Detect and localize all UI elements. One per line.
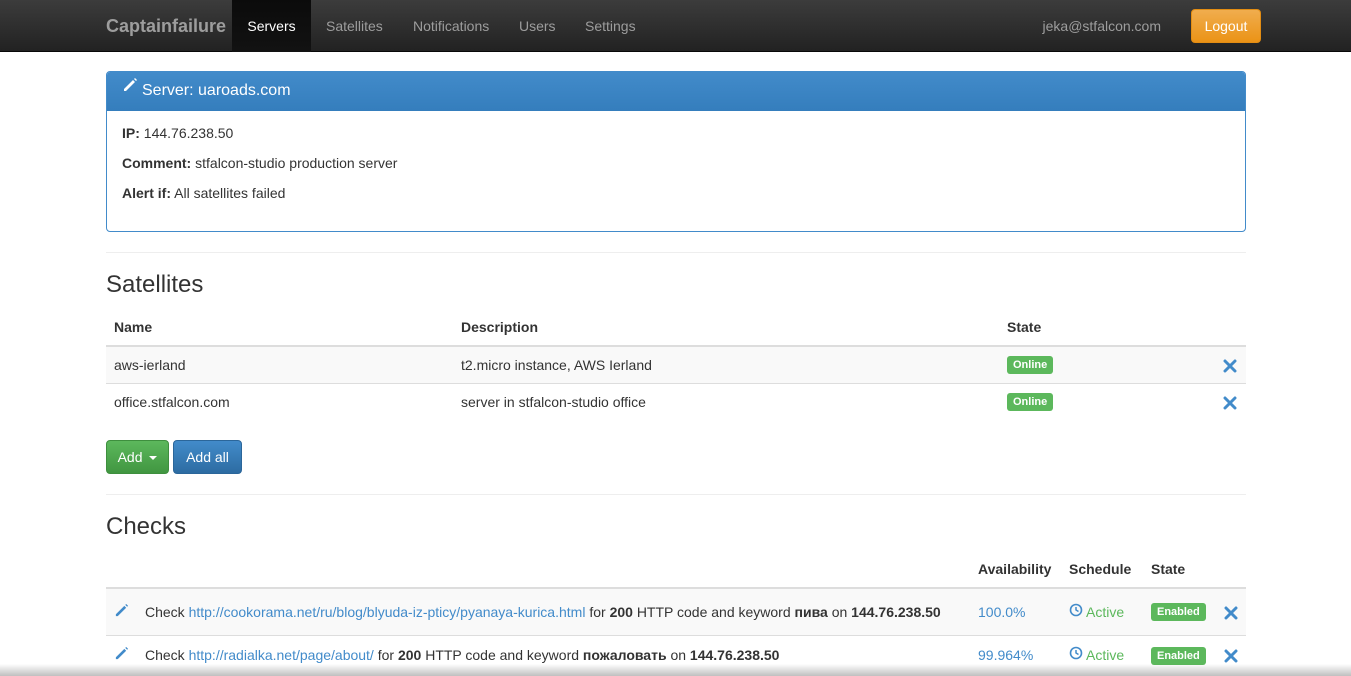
satellite-description: server in stfalcon-studio office — [453, 382, 999, 420]
remove-icon[interactable] — [1223, 359, 1237, 373]
status-badge: Online — [1007, 356, 1054, 375]
nav-satellites[interactable]: Satellites — [311, 0, 398, 52]
nav-servers[interactable]: Servers — [232, 0, 311, 52]
server-panel: Server: uaroads.com IP: 144.76.238.50 Co… — [106, 71, 1246, 232]
satellite-name: aws-ierland — [106, 345, 453, 383]
server-alert-row: Alert if: All satellites failed — [122, 186, 1230, 201]
add-button-label: Add — [117, 449, 143, 465]
col-schedule: Schedule — [1061, 551, 1143, 589]
col-check-state: State — [1142, 551, 1216, 589]
remove-icon[interactable] — [1224, 606, 1238, 620]
col-name: Name — [106, 309, 453, 347]
nav-settings[interactable]: Settings — [570, 0, 651, 52]
availability-link[interactable]: 100.0% — [978, 604, 1025, 620]
alert-label: Alert if: — [122, 185, 171, 201]
nav-notifications[interactable]: Notifications — [398, 0, 504, 52]
divider — [106, 252, 1246, 253]
checks-title: Checks — [106, 513, 187, 540]
caret-down-icon — [149, 456, 158, 461]
comment-label: Comment: — [122, 155, 192, 171]
col-actions — [1161, 309, 1246, 347]
status-badge: Enabled — [1150, 603, 1206, 622]
check-description: Check http://cookorama.net/ru/blog/blyud… — [137, 587, 971, 635]
satellites-title: Satellites — [106, 271, 204, 298]
pencil-icon[interactable] — [122, 72, 138, 108]
col-state: State — [999, 309, 1161, 347]
ip-label: IP: — [122, 125, 140, 141]
remove-icon[interactable] — [1223, 396, 1237, 410]
divider — [106, 494, 1246, 495]
server-ip: 144.76.238.50 — [143, 125, 234, 141]
user-email[interactable]: jeka@stfalcon.com — [1043, 0, 1161, 52]
server-panel-heading: Server: uaroads.com — [107, 72, 1245, 111]
status-badge: Enabled — [1150, 646, 1206, 665]
edit-pencil-icon[interactable] — [114, 646, 129, 664]
add-all-satellites-button[interactable]: Add all — [173, 440, 242, 474]
table-row: office.stfalcon.com server in stfalcon-s… — [106, 382, 1246, 420]
window-bottom-shadow — [0, 664, 1351, 676]
server-name: uaroads.com — [198, 82, 291, 99]
nav-users[interactable]: Users — [504, 0, 571, 52]
availability-link[interactable]: 99.964% — [978, 647, 1033, 663]
table-row: aws-ierland t2.micro instance, AWS Ierla… — [106, 345, 1246, 383]
table-row: Check http://cookorama.net/ru/blog/blyud… — [106, 587, 1246, 635]
brand-logo[interactable]: Captainfailure — [106, 0, 226, 52]
server-heading-prefix: Server: — [142, 82, 194, 99]
check-url-link[interactable]: http://radialka.net/page/about/ — [189, 647, 374, 663]
col-description: Description — [453, 309, 999, 347]
logout-button[interactable]: Logout — [1191, 9, 1261, 43]
col-availability: Availability — [970, 551, 1061, 589]
status-badge: Online — [1007, 393, 1054, 412]
server-comment-row: Comment: stfalcon-studio production serv… — [122, 156, 1230, 171]
top-navbar: Captainfailure Servers Satellites Notifi… — [0, 0, 1351, 52]
edit-pencil-icon[interactable] — [114, 603, 129, 621]
satellite-name: office.stfalcon.com — [106, 382, 453, 420]
remove-icon[interactable] — [1224, 649, 1238, 663]
server-ip-row: IP: 144.76.238.50 — [122, 126, 1230, 141]
server-comment: stfalcon-studio production server — [195, 155, 398, 171]
server-alert: All satellites failed — [174, 185, 286, 201]
schedule-status: Active — [1061, 587, 1143, 635]
clock-icon — [1069, 646, 1083, 663]
check-url-link[interactable]: http://cookorama.net/ru/blog/blyuda-iz-p… — [189, 604, 586, 620]
clock-icon — [1069, 603, 1083, 620]
checks-table: Availability Schedule State Check http:/… — [106, 551, 1246, 675]
satellites-table: Name Description State aws-ierland t2.mi… — [106, 309, 1246, 420]
add-satellite-button[interactable]: Add — [106, 440, 169, 474]
satellite-description: t2.micro instance, AWS Ierland — [453, 345, 999, 383]
